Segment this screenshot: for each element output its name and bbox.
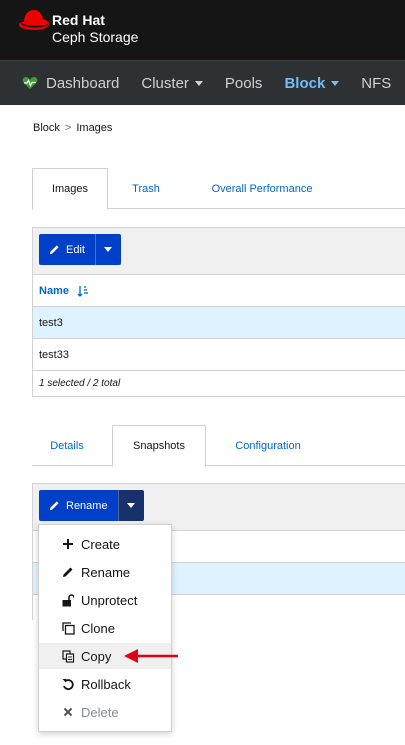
rollback-icon [61,677,75,691]
nav-item-dashboard[interactable]: Dashboard [22,75,119,92]
pencil-icon [49,501,59,511]
nav-item-cluster[interactable]: Cluster [141,75,203,92]
breadcrumb-block[interactable]: Block [33,122,60,134]
menu-label-create: Create [81,536,121,552]
menu-label-rollback: Rollback [81,676,131,692]
menu-label-delete: Delete [81,704,119,720]
breadcrumb: Block > Images [33,122,112,134]
menu-item-unprotect[interactable]: Unprotect [39,587,171,613]
tab-trash[interactable]: Trash [122,168,170,210]
tab-details[interactable]: Details [36,425,98,467]
snapshot-actions-menu: Create Rename Unprotect Clone Copy Rollb… [38,524,172,732]
rename-label: Rename [66,499,108,512]
caret-down-icon [331,80,340,86]
main-navigation: Dashboard Cluster Pools Block NFS [0,60,405,105]
cell-name: test3 [39,316,63,329]
table-row[interactable]: test3 [33,306,405,338]
caret-down-icon [194,80,203,86]
tab-snapshots[interactable]: Snapshots [112,425,206,467]
edit-dropdown-toggle[interactable] [94,234,121,265]
masthead: Red Hat Ceph Storage [0,0,405,60]
menu-item-clone[interactable]: Clone [39,615,171,641]
nav-label-dashboard: Dashboard [46,74,120,92]
menu-item-rename[interactable]: Rename [39,559,171,585]
clone-icon [61,621,75,635]
nav-label-pools: Pools [224,74,263,92]
edit-button[interactable]: Edit [39,234,95,265]
column-header-name[interactable]: Name [39,285,69,297]
unlock-icon [61,593,75,607]
table-row[interactable]: test33 [33,338,405,370]
menu-item-delete[interactable]: Delete [39,699,171,725]
plus-icon [61,537,75,551]
menu-label-copy: Copy [81,648,112,664]
annotation-arrow-icon [124,649,178,663]
menu-label-unprotect: Unprotect [81,592,138,608]
tab-overall-performance[interactable]: Overall Performance [195,168,329,210]
table-footer: 1 selected / 2 total [33,370,405,396]
rename-button-group: Rename [39,490,144,521]
menu-label-rename: Rename [81,564,131,580]
nav-label-cluster: Cluster [141,74,189,92]
selection-count: 1 selected / 2 total [39,378,121,389]
cell-name: test33 [39,348,69,361]
brand-name: Red Hat [52,12,105,28]
image-tabs: Images Trash Overall Performance [32,168,405,210]
nav-label-block: Block [284,74,326,92]
nav-item-nfs[interactable]: NFS [361,75,391,92]
nav-label-nfs: NFS [361,74,392,92]
nav-item-block[interactable]: Block [284,74,340,92]
table-header-row: Name [33,274,405,306]
caret-down-icon [104,247,113,252]
images-table-panel: Edit Name test3 test33 1 selected / 2 to… [32,227,405,397]
edit-button-group: Edit [39,234,121,265]
edit-label: Edit [66,243,85,256]
copy-icon [61,649,75,663]
breadcrumb-images: Images [76,122,113,134]
breadcrumb-separator: > [64,122,72,134]
nav-item-pools[interactable]: Pools [225,75,263,92]
times-icon [61,705,75,719]
menu-label-clone: Clone [81,620,115,636]
caret-down-icon [127,503,136,508]
tab-configuration[interactable]: Configuration [220,425,316,467]
detail-tabs: Details Snapshots Configuration [32,425,405,467]
tab-images[interactable]: Images [32,168,108,210]
sort-ascending-icon[interactable] [77,285,89,297]
menu-item-create[interactable]: Create [39,531,171,557]
rename-button[interactable]: Rename [39,490,118,521]
pencil-icon [61,565,75,579]
pencil-icon [49,245,59,255]
red-hat-logo-icon[interactable] [18,8,50,34]
menu-item-rollback[interactable]: Rollback [39,671,171,697]
product-name: Ceph Storage [52,29,139,45]
heartbeat-icon [22,77,38,89]
rename-dropdown-toggle[interactable] [117,490,144,521]
